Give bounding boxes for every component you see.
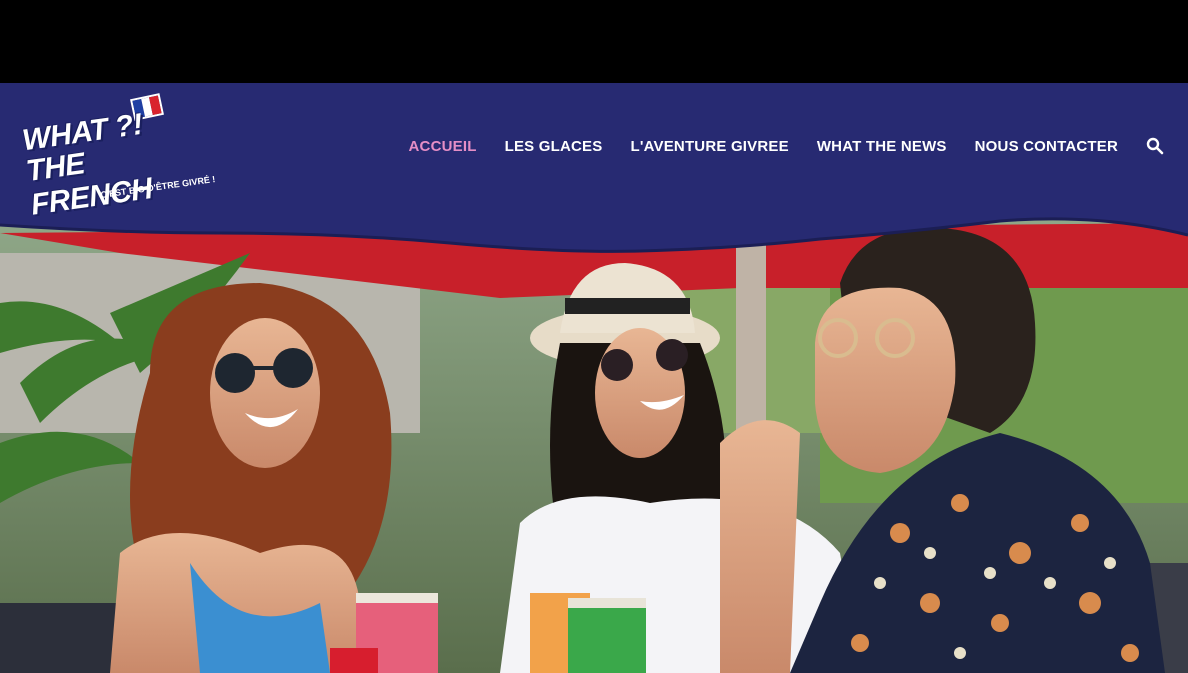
search-icon[interactable] (1146, 137, 1164, 155)
nav-item-accueil[interactable]: ACCUEIL (409, 138, 477, 155)
nav-item-les-glaces[interactable]: LES GLACES (505, 138, 603, 155)
nav-item-what-the-news[interactable]: WHAT THE NEWS (817, 138, 947, 155)
main-nav: ACCUEIL LES GLACES L'AVENTURE GIVREE WHA… (381, 136, 1164, 156)
brand-logo[interactable]: WHAT ?! THE FRENCH C'EST BIO D'ÊTRE GIVR… (20, 90, 216, 222)
top-black-bar (0, 0, 1188, 83)
nav-item-nous-contacter[interactable]: NOUS CONTACTER (975, 138, 1118, 155)
nav-item-aventure-givree[interactable]: L'AVENTURE GIVREE (630, 138, 788, 155)
